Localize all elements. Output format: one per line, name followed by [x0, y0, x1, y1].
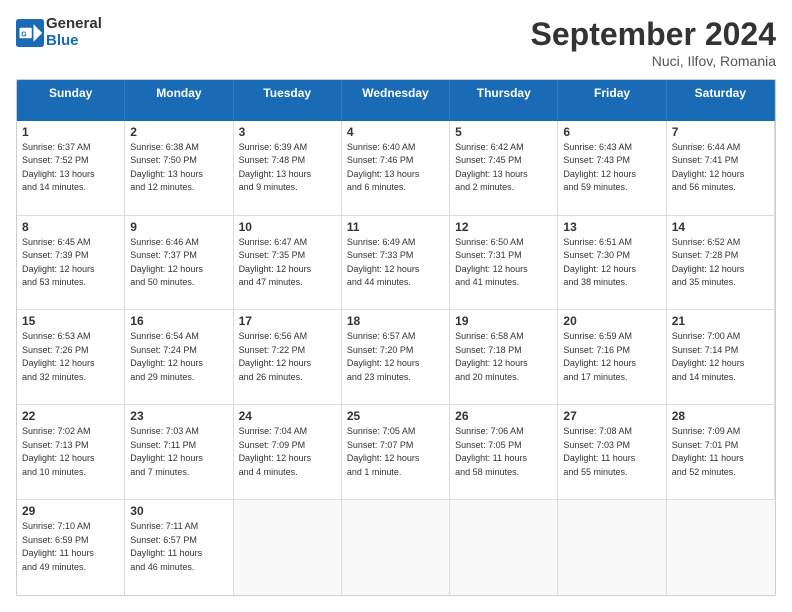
day-10: 10 Sunrise: 6:47 AMSunset: 7:35 PMDaylig…: [234, 216, 342, 311]
day-20: 20 Sunrise: 6:59 AMSunset: 7:16 PMDaylig…: [558, 310, 666, 405]
svg-text:G: G: [21, 31, 27, 38]
day-7: 7 Sunrise: 6:44 AMSunset: 7:41 PMDayligh…: [667, 121, 775, 216]
day-5: 5 Sunrise: 6:42 AMSunset: 7:45 PMDayligh…: [450, 121, 558, 216]
logo-text: General Blue: [46, 16, 102, 49]
logo: G General Blue: [16, 16, 102, 49]
header-tuesday: Tuesday: [234, 80, 342, 121]
logo-icon: G: [16, 19, 44, 47]
day-26: 26 Sunrise: 7:06 AMSunset: 7:05 PMDaylig…: [450, 405, 558, 500]
day-8: 8 Sunrise: 6:45 AMSunset: 7:39 PMDayligh…: [17, 216, 125, 311]
day-1: 1 Sunrise: 6:37 AMSunset: 7:52 PMDayligh…: [17, 121, 125, 216]
calendar-grid: Sunday Monday Tuesday Wednesday Thursday…: [17, 80, 775, 595]
day-empty-4: [558, 500, 666, 595]
day-6: 6 Sunrise: 6:43 AMSunset: 7:43 PMDayligh…: [558, 121, 666, 216]
day-17: 17 Sunrise: 6:56 AMSunset: 7:22 PMDaylig…: [234, 310, 342, 405]
day-11: 11 Sunrise: 6:49 AMSunset: 7:33 PMDaylig…: [342, 216, 450, 311]
day-19: 19 Sunrise: 6:58 AMSunset: 7:18 PMDaylig…: [450, 310, 558, 405]
month-title: September 2024: [531, 16, 776, 53]
day-3: 3 Sunrise: 6:39 AMSunset: 7:48 PMDayligh…: [234, 121, 342, 216]
day-23: 23 Sunrise: 7:03 AMSunset: 7:11 PMDaylig…: [125, 405, 233, 500]
day-12: 12 Sunrise: 6:50 AMSunset: 7:31 PMDaylig…: [450, 216, 558, 311]
day-empty-2: [342, 500, 450, 595]
day-27: 27 Sunrise: 7:08 AMSunset: 7:03 PMDaylig…: [558, 405, 666, 500]
day-4: 4 Sunrise: 6:40 AMSunset: 7:46 PMDayligh…: [342, 121, 450, 216]
header-sunday: Sunday: [17, 80, 125, 121]
day-13: 13 Sunrise: 6:51 AMSunset: 7:30 PMDaylig…: [558, 216, 666, 311]
header-friday: Friday: [558, 80, 666, 121]
day-24: 24 Sunrise: 7:04 AMSunset: 7:09 PMDaylig…: [234, 405, 342, 500]
day-9: 9 Sunrise: 6:46 AMSunset: 7:37 PMDayligh…: [125, 216, 233, 311]
calendar: Sunday Monday Tuesday Wednesday Thursday…: [16, 79, 776, 596]
page: G General Blue September 2024 Nuci, Ilfo…: [0, 0, 792, 612]
day-empty-1: [234, 500, 342, 595]
day-empty-5: [667, 500, 775, 595]
title-section: September 2024 Nuci, Ilfov, Romania: [531, 16, 776, 69]
day-28: 28 Sunrise: 7:09 AMSunset: 7:01 PMDaylig…: [667, 405, 775, 500]
location: Nuci, Ilfov, Romania: [531, 53, 776, 69]
day-18: 18 Sunrise: 6:57 AMSunset: 7:20 PMDaylig…: [342, 310, 450, 405]
header-monday: Monday: [125, 80, 233, 121]
header: G General Blue September 2024 Nuci, Ilfo…: [16, 16, 776, 69]
header-thursday: Thursday: [450, 80, 558, 121]
day-empty-3: [450, 500, 558, 595]
day-14: 14 Sunrise: 6:52 AMSunset: 7:28 PMDaylig…: [667, 216, 775, 311]
day-22: 22 Sunrise: 7:02 AMSunset: 7:13 PMDaylig…: [17, 405, 125, 500]
header-wednesday: Wednesday: [342, 80, 450, 121]
day-15: 15 Sunrise: 6:53 AMSunset: 7:26 PMDaylig…: [17, 310, 125, 405]
day-16: 16 Sunrise: 6:54 AMSunset: 7:24 PMDaylig…: [125, 310, 233, 405]
day-25: 25 Sunrise: 7:05 AMSunset: 7:07 PMDaylig…: [342, 405, 450, 500]
header-saturday: Saturday: [667, 80, 775, 121]
day-30: 30 Sunrise: 7:11 AMSunset: 6:57 PMDaylig…: [125, 500, 233, 595]
day-29: 29 Sunrise: 7:10 AMSunset: 6:59 PMDaylig…: [17, 500, 125, 595]
day-2: 2 Sunrise: 6:38 AMSunset: 7:50 PMDayligh…: [125, 121, 233, 216]
day-21: 21 Sunrise: 7:00 AMSunset: 7:14 PMDaylig…: [667, 310, 775, 405]
